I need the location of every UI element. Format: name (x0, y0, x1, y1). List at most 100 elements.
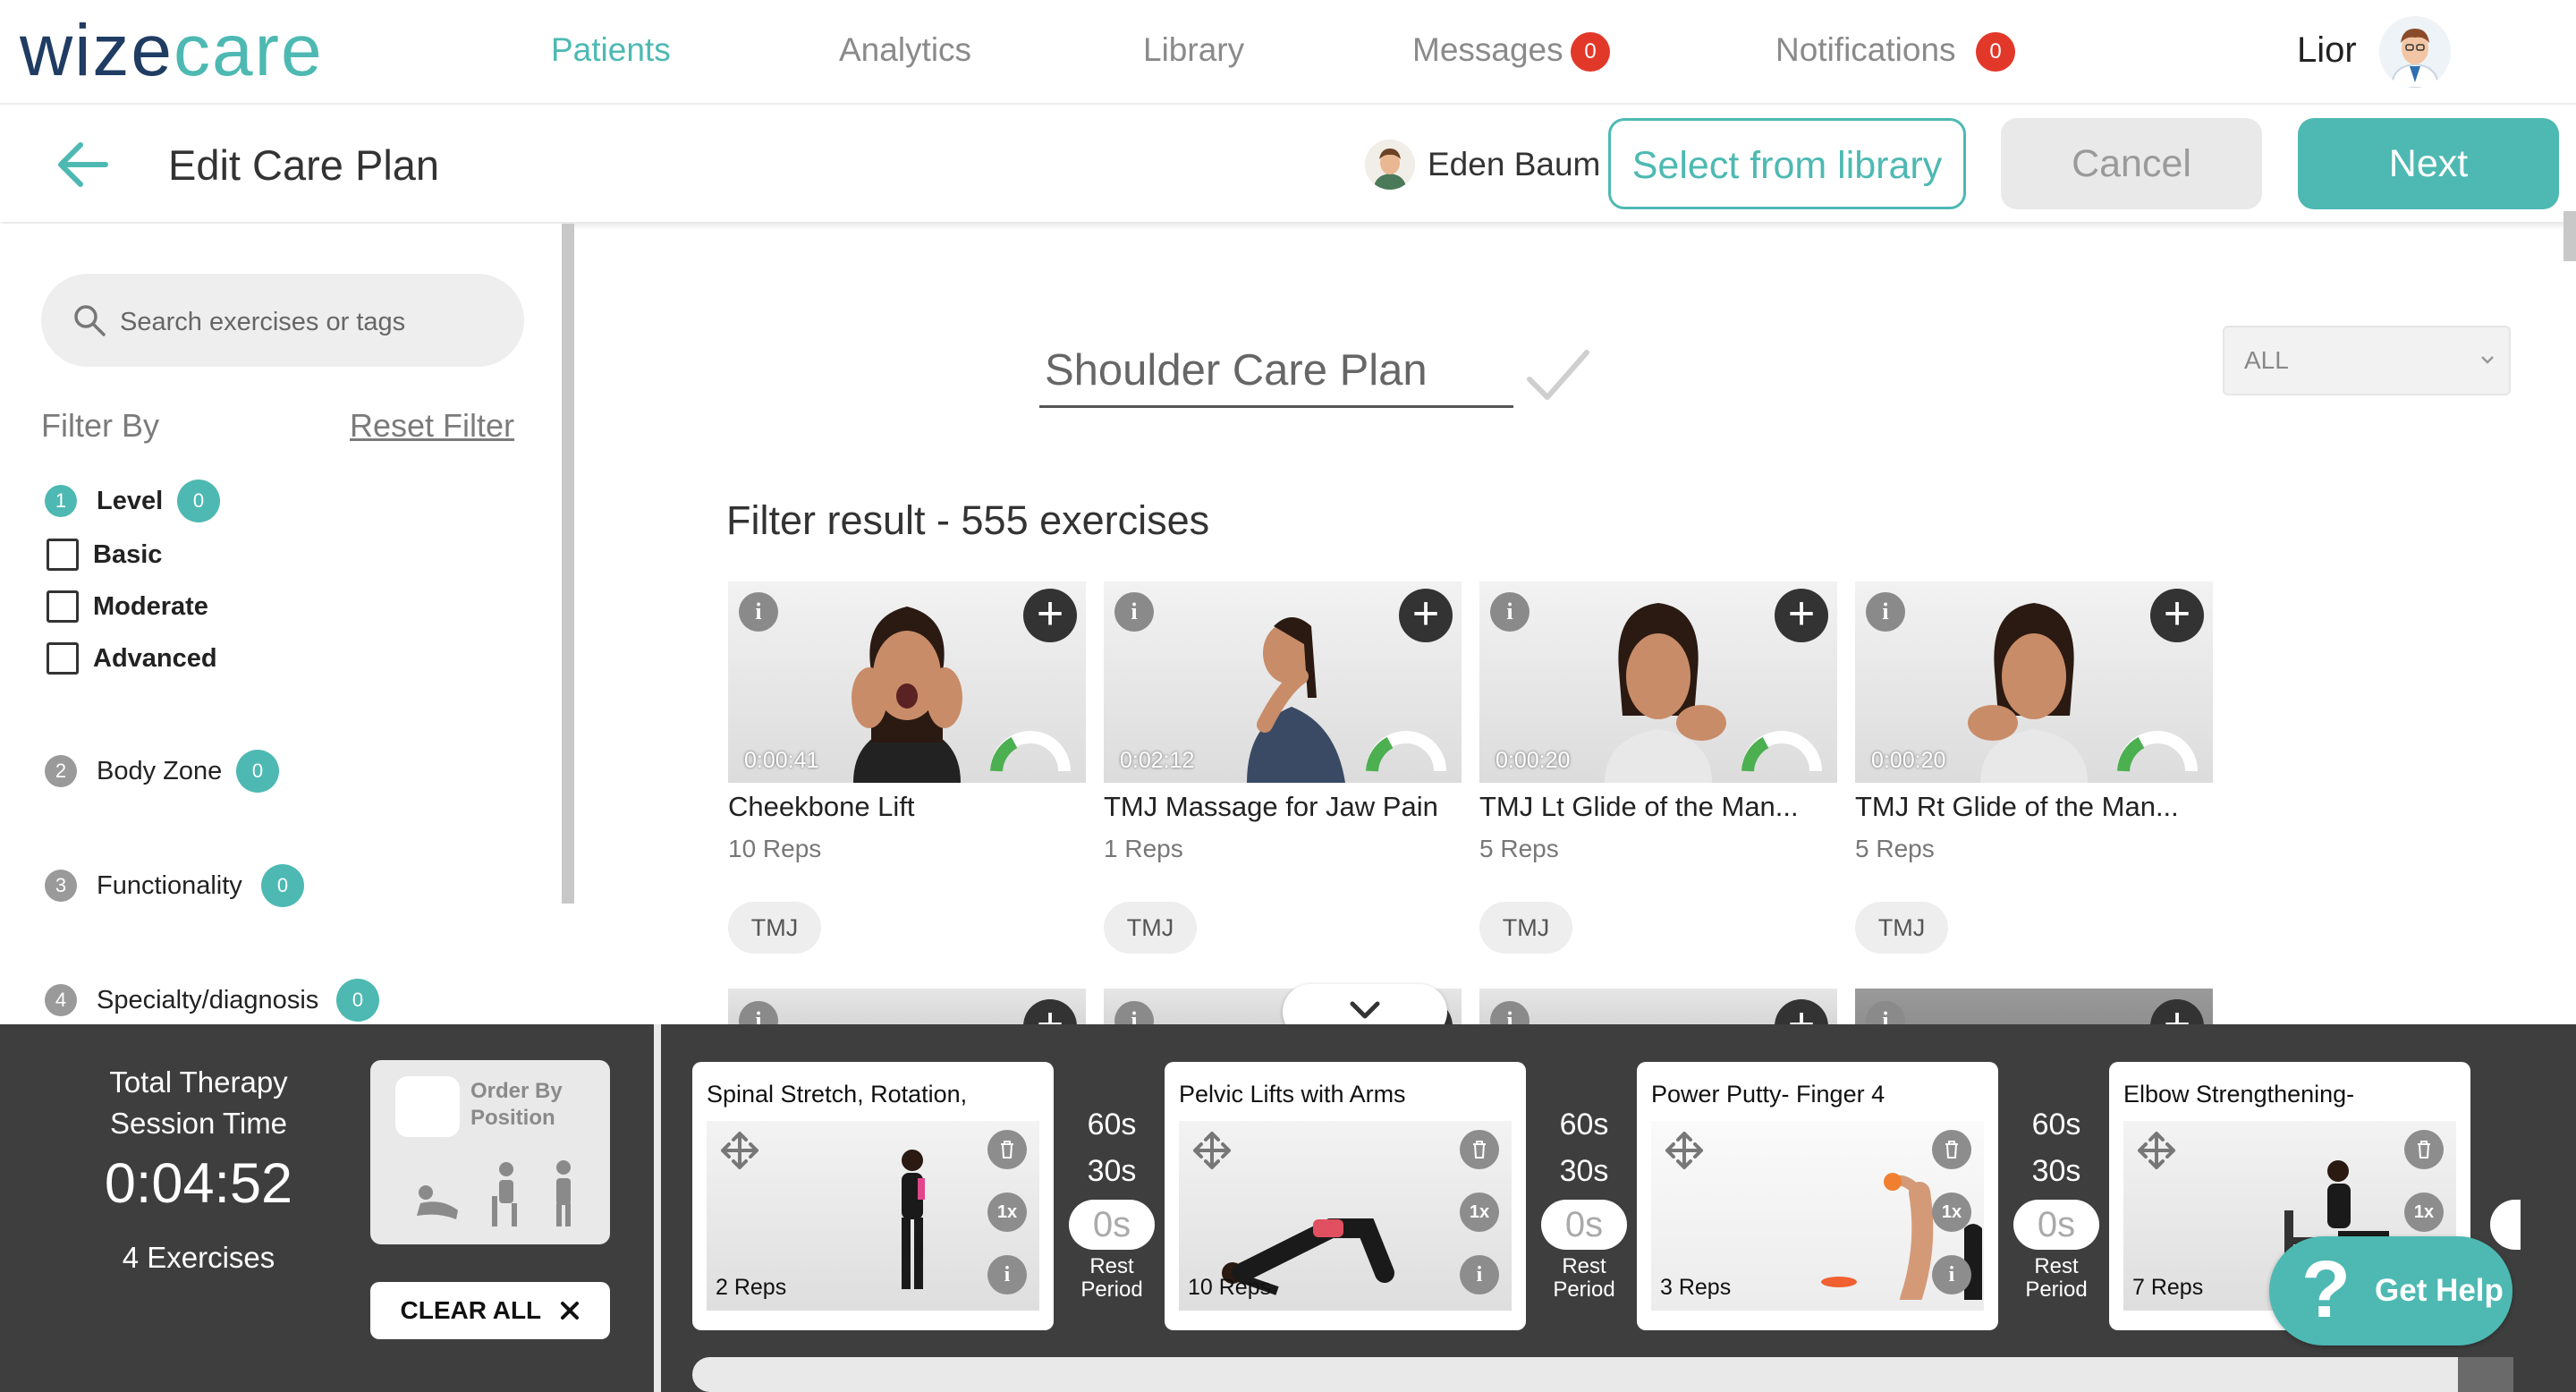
sets-multiplier[interactable]: 1x (1460, 1193, 1499, 1232)
trash-icon[interactable] (1460, 1130, 1499, 1169)
sets-multiplier[interactable]: 1x (1932, 1193, 1971, 1232)
exercise-reps: 5 Reps (1855, 835, 1935, 862)
trash-icon[interactable] (987, 1130, 1027, 1169)
checkbox-advanced-label[interactable]: Advanced (93, 641, 217, 676)
drag-move-icon[interactable] (1664, 1130, 1705, 1171)
rest-option[interactable]: 60s (1539, 1105, 1629, 1144)
trash-icon[interactable] (2404, 1130, 2444, 1169)
plan-exercise-card[interactable]: Spinal Stretch, Rotation, 1x i 2 Reps (692, 1062, 1054, 1330)
checkbox-basic[interactable] (47, 539, 79, 571)
trash-icon[interactable] (1932, 1130, 1971, 1169)
order-by-position-box[interactable]: Order By Position (370, 1060, 610, 1244)
filter-level-label[interactable]: Level (97, 483, 163, 519)
exercise-thumbnail[interactable]: i + 0:00:20 (1855, 581, 2213, 783)
rest-selected-partial[interactable] (2490, 1200, 2521, 1250)
plan-name-input[interactable]: Shoulder Care Plan (1039, 338, 1513, 408)
order-by-label: Order By Position (470, 1079, 563, 1130)
exercise-person-image (902, 1150, 925, 1289)
filter-body-zone-label[interactable]: Body Zone (97, 753, 222, 789)
exercise-thumbnail[interactable]: i + 0:00:41 (728, 581, 1086, 783)
reset-filter-link[interactable]: Reset Filter (350, 407, 514, 445)
plan-exercise-reps: 3 Reps (1660, 1275, 1732, 1300)
exercise-tag[interactable]: TMJ (1104, 902, 1197, 954)
total-therapy-time: 0:04:52 (104, 1152, 293, 1215)
exercise-title[interactable]: TMJ Massage for Jaw Pain (1104, 789, 1438, 825)
exercise-thumbnail[interactable]: i + 0:02:12 (1104, 581, 1462, 783)
nav-patients[interactable]: Patients (551, 27, 671, 73)
sets-multiplier[interactable]: 1x (2404, 1193, 2444, 1232)
messages-badge: 0 (1571, 32, 1610, 72)
nav-notifications[interactable]: Notifications (1775, 27, 1956, 73)
info-icon[interactable]: i (1490, 592, 1530, 632)
add-exercise-button[interactable]: + (2150, 589, 2204, 642)
exercise-thumbnail[interactable]: i + 0:00:20 (1479, 581, 1837, 783)
select-from-library-button[interactable]: Select from library (1608, 118, 1966, 209)
info-icon[interactable]: i (1114, 592, 1154, 632)
rest-option[interactable]: 30s (1539, 1151, 1629, 1191)
plan-scrollbar-track[interactable] (2458, 1357, 2513, 1392)
plan-exercise-image: 1x i 3 Reps (1651, 1121, 1984, 1311)
rest-selected[interactable]: 0s (1541, 1200, 1627, 1250)
checkbox-advanced[interactable] (47, 642, 79, 675)
add-exercise-button[interactable]: + (1775, 589, 1828, 642)
add-exercise-button[interactable]: + (1023, 589, 1077, 642)
nav-analytics[interactable]: Analytics (839, 27, 971, 73)
exercise-tag[interactable]: TMJ (1855, 902, 1948, 954)
info-icon[interactable]: i (1866, 592, 1905, 632)
plan-exercise-card[interactable]: Power Putty- Finger 4 1x i 3 Reps (1637, 1062, 1998, 1330)
rest-option[interactable]: 30s (1067, 1151, 1157, 1191)
wizecare-logo[interactable]: wizecare (20, 14, 324, 88)
level-select-dropdown[interactable]: ALL (2223, 326, 2511, 395)
nav-library[interactable]: Library (1143, 27, 1244, 73)
nav-messages[interactable]: Messages (1412, 27, 1563, 73)
add-exercise-button[interactable]: + (1399, 589, 1453, 642)
user-name[interactable]: Lior (2297, 27, 2357, 73)
sets-multiplier[interactable]: 1x (987, 1193, 1027, 1232)
page-header: Edit Care Plan Eden Baum Select from lib… (0, 106, 2576, 222)
rest-period-label: Rest Period (1080, 1254, 1143, 1302)
exercise-tag[interactable]: TMJ (728, 902, 821, 954)
patient-name: Eden Baum (1428, 146, 1601, 182)
checkbox-basic-label[interactable]: Basic (93, 537, 162, 573)
drag-move-icon[interactable] (719, 1130, 760, 1171)
exercise-title[interactable]: TMJ Rt Glide of the Man... (1855, 789, 2179, 825)
exercise-title[interactable]: TMJ Lt Glide of the Man... (1479, 789, 1799, 825)
checkbox-moderate[interactable] (47, 590, 79, 623)
info-icon[interactable]: i (987, 1255, 1027, 1294)
checkbox-moderate-label[interactable]: Moderate (93, 589, 208, 624)
user-avatar[interactable] (2379, 16, 2451, 88)
filter-result-count: Filter result - 555 exercises (726, 497, 1210, 543)
plan-exercise-card[interactable]: Pelvic Lifts with Arms 1x i 10 Reps (1165, 1062, 1526, 1330)
rest-option[interactable]: 60s (2012, 1105, 2101, 1144)
exercise-reps: 5 Reps (1479, 835, 1559, 862)
next-button[interactable]: Next (2298, 118, 2559, 209)
get-help-button[interactable]: ? Get Help (2269, 1236, 2512, 1345)
close-icon (561, 1302, 580, 1320)
info-icon[interactable]: i (1460, 1255, 1499, 1294)
search-input[interactable]: Search exercises or tags (41, 274, 524, 367)
filter-specialty-label[interactable]: Specialty/diagnosis (97, 982, 318, 1018)
plan-exercise-title: Pelvic Lifts with Arms (1179, 1081, 1406, 1108)
exercise-count: 4 Exercises (122, 1241, 275, 1274)
positions-icon (417, 1160, 571, 1226)
order-by-toggle[interactable] (395, 1076, 460, 1137)
rest-option[interactable]: 60s (1067, 1105, 1157, 1144)
back-arrow-icon[interactable] (55, 140, 111, 190)
rest-selected[interactable]: 0s (1069, 1200, 1155, 1250)
main-scrollbar[interactable] (2563, 211, 2576, 261)
sidebar-scrollbar[interactable] (562, 224, 574, 904)
clear-all-button[interactable]: CLEAR ALL (370, 1282, 610, 1339)
checkmark-icon[interactable] (1524, 345, 1592, 408)
filter-functionality-label[interactable]: Functionality (97, 868, 242, 904)
drag-move-icon[interactable] (2136, 1130, 2177, 1171)
info-icon[interactable]: i (739, 592, 778, 632)
rest-selected[interactable]: 0s (2013, 1200, 2099, 1250)
exercise-tag[interactable]: TMJ (1479, 902, 1572, 954)
rest-option[interactable]: 30s (2012, 1151, 2101, 1191)
info-icon[interactable]: i (1932, 1255, 1971, 1294)
exercise-person-image (1247, 617, 1345, 783)
cancel-button[interactable]: Cancel (2001, 118, 2262, 209)
plan-horizontal-scrollbar[interactable] (692, 1357, 2513, 1392)
drag-move-icon[interactable] (1191, 1130, 1233, 1171)
exercise-title[interactable]: Cheekbone Lift (728, 789, 915, 825)
